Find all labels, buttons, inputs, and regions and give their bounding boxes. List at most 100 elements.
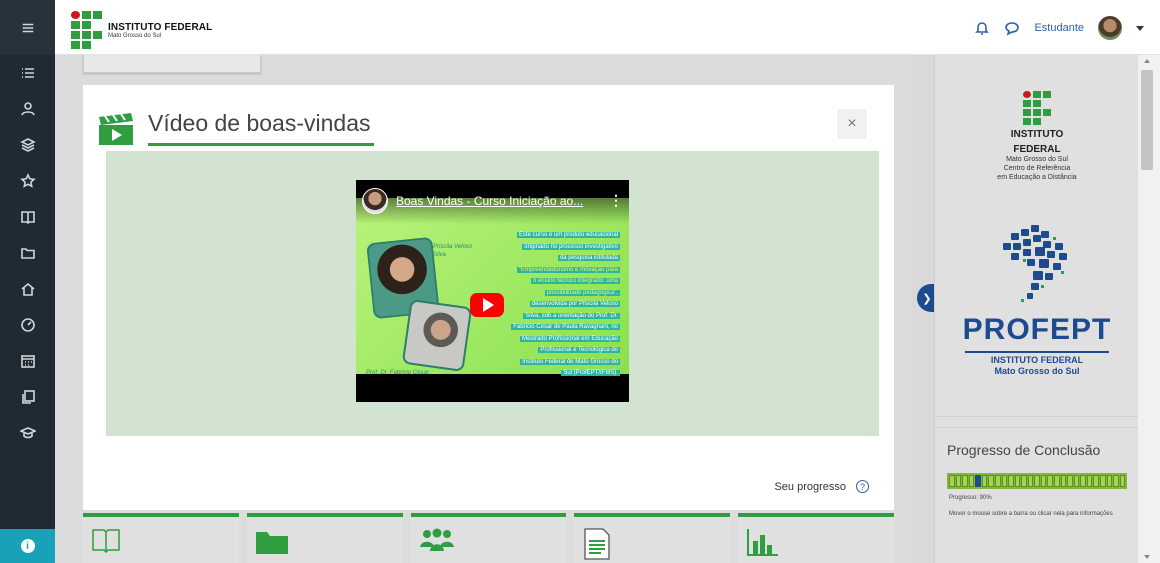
title-underline [148,143,374,146]
main-content: Vídeo de boas-vindas × Priscila Veloso S… [55,55,912,563]
user-icon [20,102,35,116]
rail-item-courses[interactable] [0,415,55,451]
progress-text: Progresso: 90% [949,495,992,501]
more-options-icon[interactable]: ⋮ [609,192,623,209]
course-tiles [83,513,894,563]
rail-item-calendar[interactable] [0,343,55,379]
course-card-partial [83,55,261,73]
video-header: Boas Vindas - Curso Iniciação ao... ⋮ [356,180,629,224]
description-line: possibilidade pedagógica", [544,289,620,296]
profept-title: PROFEPT [962,313,1112,346]
close-button[interactable]: × [837,109,867,139]
if-cead-line2: em Educação a Distância [997,174,1077,181]
rail-item-grades[interactable] [0,199,55,235]
scroll-up-arrow[interactable] [1144,59,1150,63]
group-icon [419,528,454,551]
open-book-icon [92,529,120,553]
graduation-cap-icon [19,427,36,439]
chevron-right-icon: ❯ [922,292,932,305]
rail-item-participants[interactable] [0,91,55,127]
description-line: desenvolvida por Priscila Veloso [529,301,620,307]
video-title[interactable]: Boas Vindas - Curso Iniciação ao... [396,194,609,208]
gauge-icon [20,318,35,332]
rail-item-files[interactable] [0,235,55,271]
avatar[interactable] [1098,16,1122,40]
scrollbar[interactable] [1138,55,1160,563]
youtube-play-button[interactable] [470,293,504,317]
bell-icon[interactable] [974,20,990,36]
description-line: originado no processo investigativo [522,243,620,250]
folder-icon [255,532,288,554]
brazil-map-icon [1003,225,1067,302]
description-line: "Empreendedorismo e Inovação para [516,266,620,273]
institution-block: INSTITUTO FEDERAL Mato Grosso do Sul Cen… [935,55,1139,417]
if-logo: INSTITUTO FEDERAL Mato Grosso do Sul Cen… [935,85,1139,182]
description-line: da pesquisa intitulada [557,255,620,261]
channel-avatar[interactable] [362,188,388,214]
rail-item-dashboard[interactable] [0,307,55,343]
if-subtitle: Mato Grosso do Sul [1006,156,1068,163]
user-name[interactable]: Estudante [1034,22,1084,34]
progress-hint: Mover o mouse sobre a barra ou clicar ne… [949,511,1113,517]
completion-progress-block: Progresso de Conclusão Progresso: 90% Mo… [935,427,1139,557]
block-title: Progresso de Conclusão [947,442,1101,458]
description-line: Este curso é um produto educacional [516,232,620,238]
description-line: Silva, sob a orientação do Prof. Dr. [523,312,620,319]
if-logo-icon [1023,91,1051,125]
star-icon [19,173,36,188]
folder-icon [20,248,35,259]
logo-subtitle: Mato Grosso do Sul [108,32,162,39]
video-container: Priscila Veloso Silva Prof. Dr. Fabricio… [106,151,879,436]
left-icon-rail: i [0,0,55,563]
list-icon [21,68,34,78]
video-thumbnail: Priscila Veloso Silva Prof. Dr. Fabricio… [356,198,629,376]
scroll-down-arrow[interactable] [1144,555,1150,559]
rail-item-content-bank[interactable] [0,379,55,415]
document-icon [584,528,611,560]
menu-toggle-button[interactable] [0,0,55,55]
tile-reports[interactable] [738,513,894,563]
description-line: Fabricio César de Paula Ravagnani, no [511,324,620,330]
rail-item-home[interactable] [0,271,55,307]
modal-title: Vídeo de boas-vindas [148,110,371,136]
help-icon[interactable]: ? [856,480,869,493]
layers-icon [19,138,36,152]
progress-label: Seu progresso [774,480,846,493]
rail-footer-button[interactable]: i [0,529,55,563]
tile-participants[interactable] [410,513,567,563]
presenter-name-1: Priscila Veloso Silva [433,244,473,258]
if-logo-icon [71,11,102,49]
description-line: Sul (ProfEPT/IFMS). [561,370,620,376]
tile-files[interactable] [246,513,403,563]
profept-sub-line1: INSTITUTO FEDERAL [990,355,1084,365]
if-cead-line1: Centro de Referência [1003,165,1071,172]
rail-item-layers[interactable] [0,127,55,163]
profept-sub-line2: Mato Grosso do Sul [994,366,1080,376]
home-icon [20,282,35,296]
description-line: o ensino técnico integrado: uma [530,278,620,284]
profept-divider [965,351,1109,353]
description-line: Instituto Federal de Mato Grosso do [520,358,620,365]
info-icon: i [20,539,35,553]
profept-subtitle: INSTITUTO FEDERAL Mato Grosso do Sul [935,355,1139,377]
progress-link[interactable]: Seu progresso ? [774,480,869,493]
book-icon [20,211,35,225]
bar-chart-icon [747,529,779,556]
youtube-player[interactable]: Priscila Veloso Silva Prof. Dr. Fabricio… [356,180,629,402]
blocks-drawer: INSTITUTO FEDERAL Mato Grosso do Sul Cen… [934,55,1139,563]
institution-logo[interactable]: INSTITUTO FEDERAL Mato Grosso do Sul [71,11,212,49]
progress-bar[interactable] [947,473,1127,489]
calendar-icon [20,355,35,368]
rail-item-list[interactable] [0,55,55,91]
chat-bubble-icon[interactable] [1004,20,1020,36]
if-title-line2: FEDERAL [1013,144,1061,155]
logo-title: INSTITUTO FEDERAL [108,21,213,33]
tile-document[interactable] [574,513,731,563]
chevron-down-icon[interactable] [1136,25,1144,31]
presenter-name-2: Prof. Dr. Fabricio César [366,370,429,376]
scroll-thumb[interactable] [1141,70,1153,170]
presenter-photo-2 [401,299,473,372]
copy-icon [21,390,35,404]
tile-glossary[interactable] [83,513,239,563]
rail-item-favorites[interactable] [0,163,55,199]
